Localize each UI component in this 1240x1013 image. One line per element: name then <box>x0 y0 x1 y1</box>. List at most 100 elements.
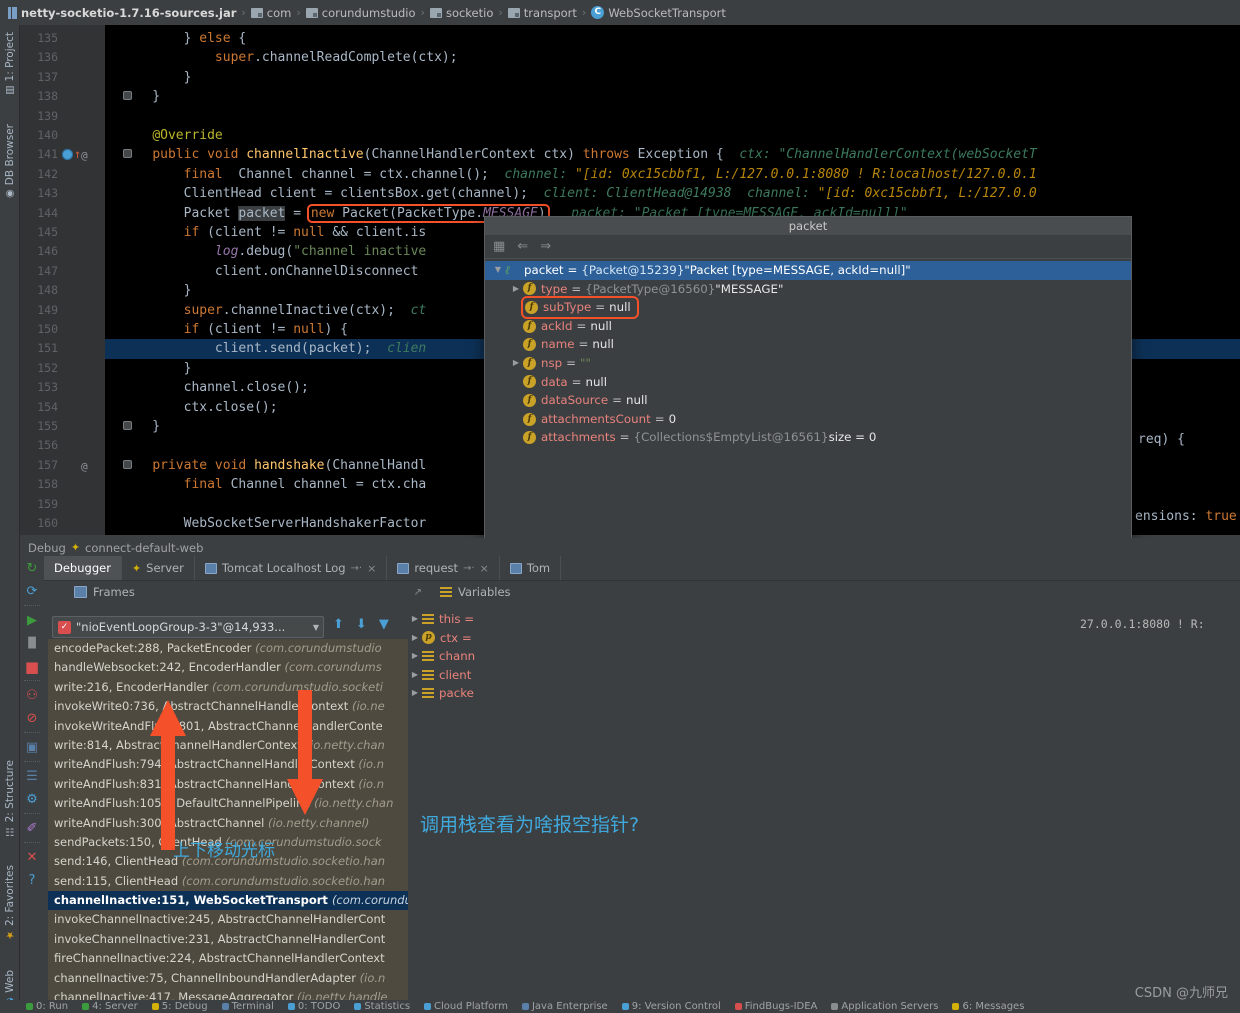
code-line[interactable]: } else { <box>105 29 1240 48</box>
inspector-row-type[interactable]: ▶ f type = {PacketType@16560} "MESSAGE" <box>485 280 1131 299</box>
gutter-line[interactable]: 161 <box>20 533 105 535</box>
gutter-line[interactable]: 155 <box>20 417 132 436</box>
gutter-line[interactable]: 135 <box>20 29 105 48</box>
gutter-line[interactable]: 151 <box>20 339 105 358</box>
debug-tab-debugger[interactable]: Debugger <box>44 556 122 580</box>
debug-action-rail[interactable]: ↻ ⟳ ▶ ▐▌ ■ ⚇ ⊘ ▣ ☰ ⚙ ✐ ✕? <box>20 557 44 1000</box>
status-bar-item-5-debug[interactable]: 5: Debug <box>151 1001 208 1012</box>
call-stack-frame[interactable]: write:216, EncoderHandler (com.corundums… <box>48 678 408 697</box>
call-stack-frame[interactable]: writeAndFlush:300, AbstractChannel (io.n… <box>48 814 408 833</box>
debug-variable-row[interactable]: ▶ packe <box>408 684 498 703</box>
gutter-line[interactable]: 158 <box>20 475 105 494</box>
settings-camera-icon[interactable]: ▣ <box>23 739 41 757</box>
call-stack-frame-selected[interactable]: channelInactive:151, WebSocketTransport … <box>48 891 408 911</box>
rail-item-2-structure[interactable]: ☷ 2: Structure <box>0 757 20 839</box>
status-bar-item-terminal[interactable]: Terminal <box>221 1001 274 1012</box>
gutter-line[interactable]: 153 <box>20 378 105 397</box>
gutter-line[interactable]: 147 <box>20 262 105 281</box>
breadcrumb-item-socketio[interactable]: socketio <box>429 6 493 20</box>
chevron-down-icon[interactable]: ▼ <box>313 623 319 632</box>
editor-gutter[interactable]: 135 136 137 138 139 140 141 ↑ @142 143 144 145 146 14… <box>20 25 132 535</box>
frames-settings-icon[interactable]: ↗ <box>414 587 422 598</box>
override-marker-icon[interactable]: @ <box>81 457 88 476</box>
forward-arrow-icon[interactable]: ⇒ <box>540 239 551 254</box>
gutter-line[interactable]: 136 <box>20 48 105 67</box>
down-arrow-icon[interactable]: ⬇ <box>356 617 367 632</box>
breadcrumb-item-transport[interactable]: transport <box>507 6 577 20</box>
status-bar-item-statistics[interactable]: Statistics <box>354 1001 410 1012</box>
code-line[interactable]: super.channelReadComplete(ctx); <box>105 48 1240 67</box>
gutter-line[interactable]: 137 <box>20 68 105 87</box>
override-marker-icon[interactable]: @ <box>81 146 88 165</box>
popup-toolbar[interactable]: ▦ ⇐ ⇒ <box>485 235 1131 259</box>
gutter-line[interactable]: 152 <box>20 359 105 378</box>
pin-tab-icon[interactable]: →· <box>351 563 363 574</box>
inspector-row-ackId[interactable]: f ackId = null <box>485 317 1131 336</box>
gutter-line[interactable]: 146 <box>20 242 105 261</box>
chevron-right-icon[interactable]: ▶ <box>408 666 422 685</box>
gutter-line[interactable]: 143 <box>20 184 105 203</box>
call-stack-frame[interactable]: send:115, ClientHead (com.corundumstudio… <box>48 872 408 891</box>
gutter-line[interactable]: 154 <box>20 398 105 417</box>
code-line[interactable] <box>105 107 1240 126</box>
breakpoints-icon[interactable]: ⚇ <box>23 687 41 705</box>
debug-tab-tomcat-localhost-log[interactable]: Tomcat Localhost Log →· × <box>195 556 388 580</box>
back-arrow-icon[interactable]: ⇐ <box>517 239 528 254</box>
call-stack-frame[interactable]: writeAndFlush:1051, DefaultChannelPipeli… <box>48 794 408 813</box>
code-line[interactable]: ClientHead client = clientsBox.get(chann… <box>105 184 1240 203</box>
status-bar-item-application-servers[interactable]: Application Servers <box>831 1001 938 1012</box>
breadcrumb-item-netty-socketio-1-7-16-sources-jar[interactable]: netty-socketio-1.7.16-sources.jar <box>8 6 236 20</box>
thread-selector[interactable]: ✓ "nioEventLoopGroup-3-3"@14,933... ▼ <box>52 616 324 638</box>
gutter-line[interactable]: 138 <box>20 87 132 106</box>
call-stack-frame[interactable]: channelInactive:75, ChannelInboundHandle… <box>48 969 408 988</box>
code-line[interactable]: public void channelInactive(ChannelHandl… <box>105 145 1240 164</box>
chevron-right-icon[interactable]: ▶ <box>408 610 422 629</box>
chevron-right-icon[interactable]: ▶ <box>408 629 422 648</box>
inspector-row-name[interactable]: f name = null <box>485 335 1131 354</box>
gutter-line[interactable]: 142 <box>20 165 105 184</box>
status-bar-item-6-messages[interactable]: 6: Messages <box>952 1001 1024 1012</box>
rail-item-db-browser[interactable]: ◉ DB Browser <box>0 121 20 202</box>
inspector-row-nsp[interactable]: ▶ f nsp = "" <box>485 354 1131 373</box>
debug-variable-row[interactable]: ▶ this = <box>408 610 498 629</box>
gutter-line[interactable]: 150 <box>20 320 105 339</box>
mute-breakpoints-icon[interactable]: ⊘ <box>23 710 41 728</box>
debug-tab-tom[interactable]: Tom <box>500 556 562 580</box>
close-icon[interactable]: ✕ <box>23 849 41 867</box>
inspector-row-attachmentsCount[interactable]: f attachmentsCount = 0 <box>485 410 1131 429</box>
variables-list[interactable]: ▶ this = ▶ p ctx = ▶ chann ▶ client ▶ packe <box>408 610 498 703</box>
call-stack-list[interactable]: encodePacket:288, PacketEncoder (com.cor… <box>48 639 408 1013</box>
rail-item-2-favorites[interactable]: ★ 2: Favorites <box>0 862 20 943</box>
popup-variable-tree[interactable]: ▼ ℓ packet = {Packet@15239} "Packet [type=ME… <box>485 259 1131 447</box>
gutter-line[interactable]: 148 <box>20 281 105 300</box>
status-bar-item-9-version-control[interactable]: 9: Version Control <box>621 1001 721 1012</box>
debug-tab-request[interactable]: request →· × <box>387 556 500 580</box>
pin-tab-icon[interactable]: →· <box>463 563 475 574</box>
debug-tab-server[interactable]: ✦ Server <box>122 556 195 580</box>
gutter-line[interactable]: 160 <box>20 514 105 533</box>
gutter-line[interactable]: 140 <box>20 126 105 145</box>
pause-icon[interactable]: ▐▌ <box>23 635 41 653</box>
call-stack-frame[interactable]: write:814, AbstractChannelHandlerContext… <box>48 736 408 755</box>
inspector-row-data[interactable]: f data = null <box>485 373 1131 392</box>
call-stack-frame[interactable]: invokeWriteAndFlush:801, AbstractChannel… <box>48 717 408 736</box>
status-bar-item-0-todo[interactable]: 0: TODO <box>287 1001 340 1012</box>
inspector-row-packet[interactable]: ▼ ℓ packet = {Packet@15239} "Packet [type=ME… <box>485 261 1131 280</box>
layout-icon[interactable]: ☰ <box>23 768 41 786</box>
code-line[interactable]: } <box>105 87 1240 106</box>
gutter-line[interactable]: 159 <box>20 495 105 514</box>
rerun-icon[interactable]: ↻ <box>23 560 41 578</box>
stop-icon[interactable]: ■ <box>23 658 41 676</box>
call-stack-frame[interactable]: encodePacket:288, PacketEncoder (com.cor… <box>48 639 408 658</box>
resume-icon[interactable]: ▶ <box>23 612 41 630</box>
chevron-right-icon[interactable]: ▶ <box>509 354 523 373</box>
debug-variable-row[interactable]: ▶ chann <box>408 647 498 666</box>
status-bar-item-java-enterprise[interactable]: Java Enterprise <box>521 1001 608 1012</box>
code-line[interactable]: } <box>105 68 1240 87</box>
debug-variable-row[interactable]: ▶ client <box>408 666 498 685</box>
gutter-line[interactable]: 144 <box>20 204 105 223</box>
breakpoint-icon[interactable] <box>62 149 73 161</box>
restart-icon[interactable]: ⟳ <box>23 583 41 601</box>
gutter-line[interactable]: 156 <box>20 436 105 455</box>
debug-tab-bar[interactable]: Debugger ✦ Server Tomcat Localhost Log →· × re… <box>44 556 1240 581</box>
